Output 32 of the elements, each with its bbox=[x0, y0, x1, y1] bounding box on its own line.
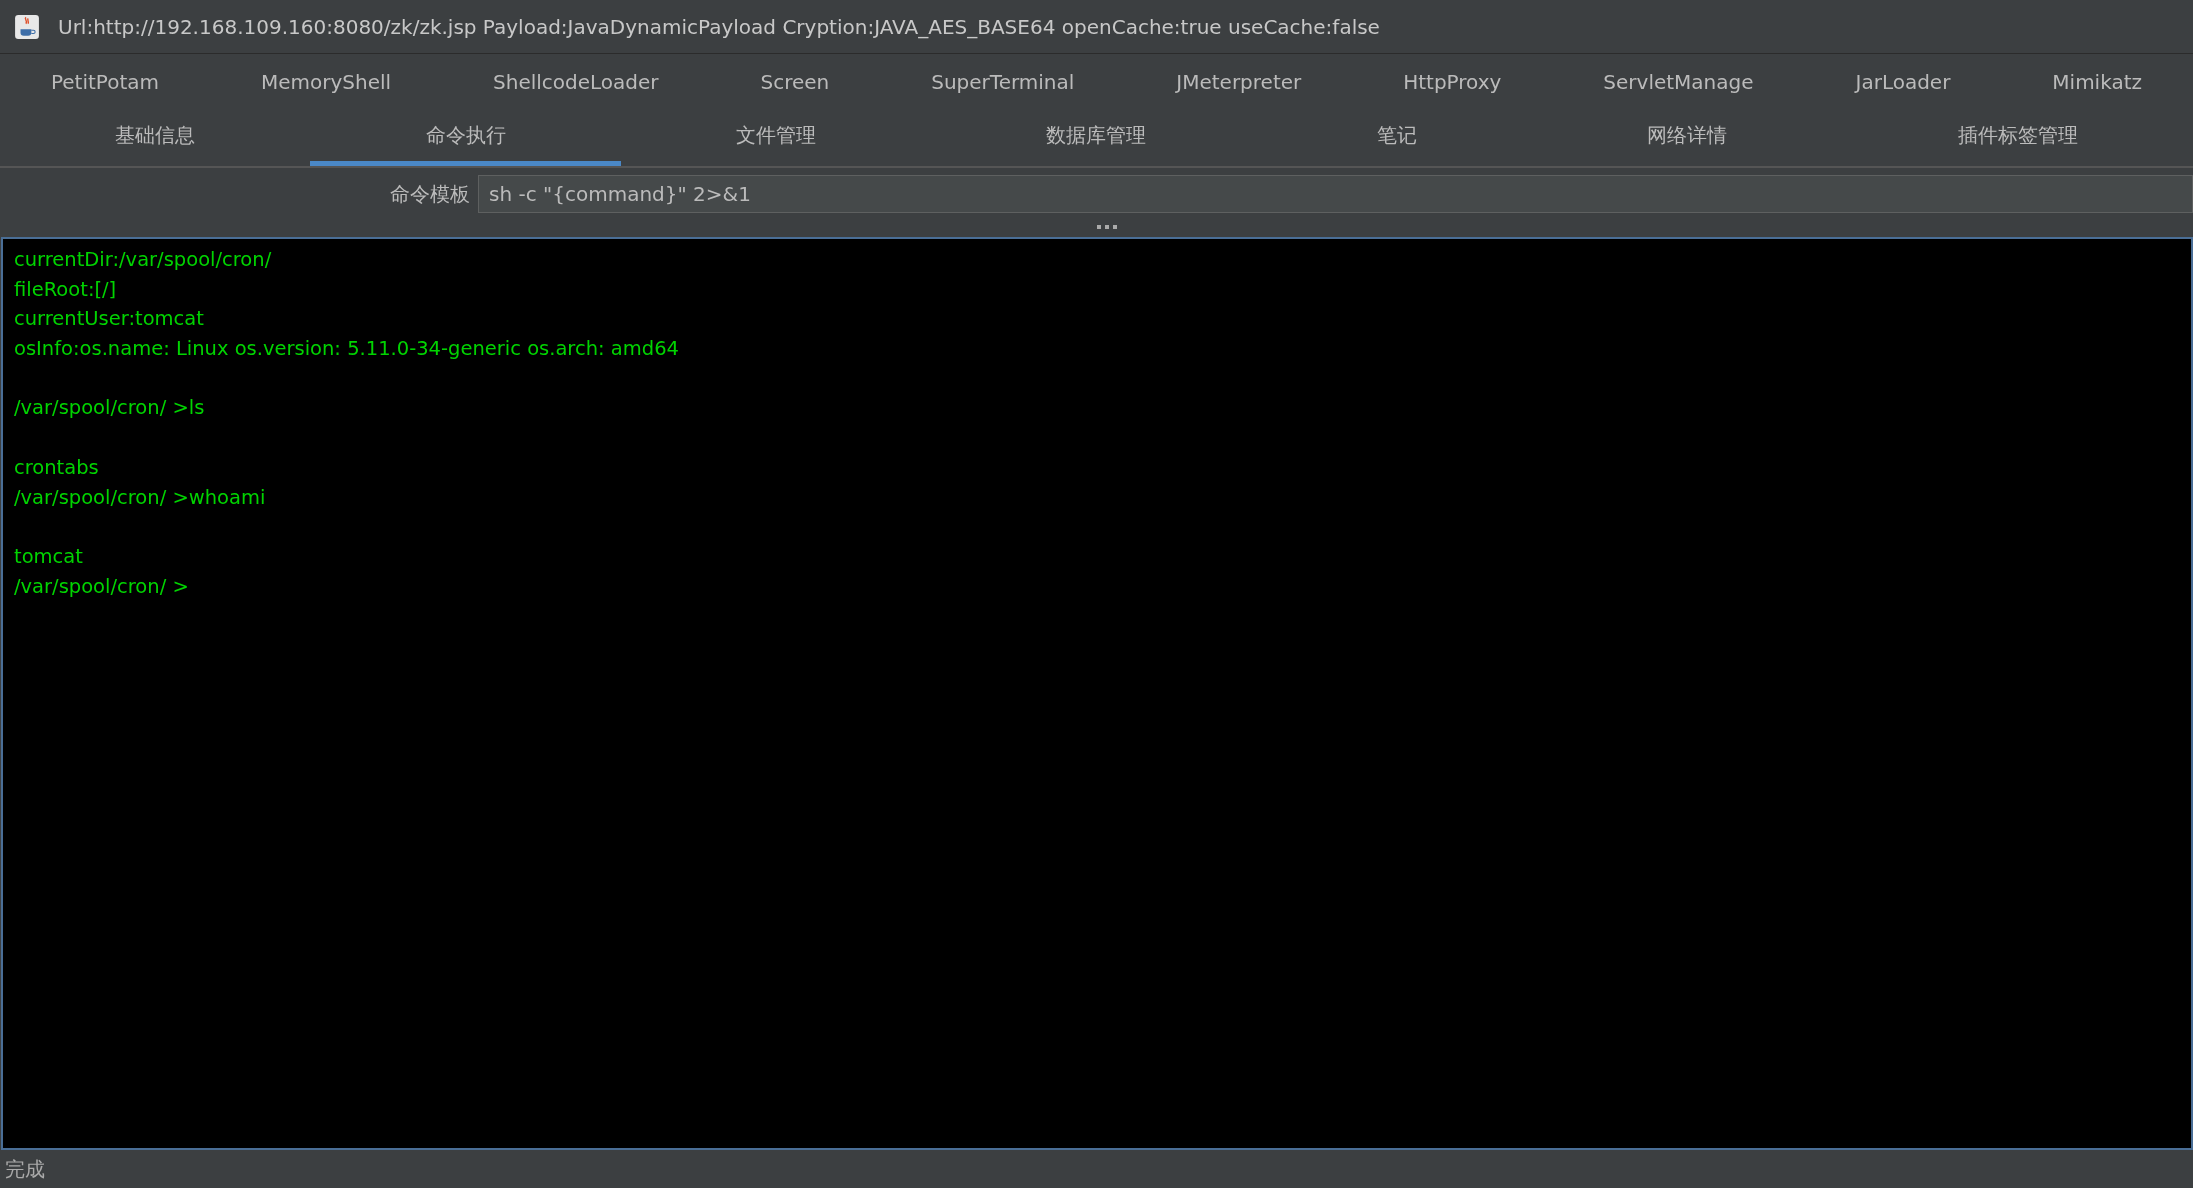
tab[interactable]: 命令执行 bbox=[310, 110, 621, 166]
plugin-tab[interactable]: Mimikatz bbox=[2042, 70, 2152, 94]
coffee-cup-icon bbox=[14, 13, 40, 40]
plugin-tab[interactable]: PetitPotam bbox=[40, 70, 170, 94]
window-title: Url:http://192.168.109.160:8080/zk/zk.jsp Payload:JavaDynamicPayload Cryption:JAVA_AES_BASE64 openCache:true useCache:false bbox=[58, 14, 1380, 39]
plugin-tab[interactable]: MemoryShell bbox=[250, 70, 402, 94]
plugin-tab[interactable]: JarLoader bbox=[1845, 70, 1961, 94]
plugin-tab[interactable]: ServletManage bbox=[1593, 70, 1764, 94]
tab[interactable]: 笔记 bbox=[1261, 110, 1533, 166]
terminal-line: fileRoot:[/] bbox=[14, 276, 118, 303]
tab[interactable]: 数据库管理 bbox=[931, 110, 1262, 166]
tab[interactable]: 网络详情 bbox=[1532, 110, 1843, 166]
terminal-line: crontabs bbox=[14, 454, 100, 481]
terminal-line: currentDir:/var/spool/cron/ bbox=[14, 247, 273, 273]
tab[interactable]: 基础信息 bbox=[0, 110, 311, 166]
plugin-tab[interactable]: JMeterpreter bbox=[1166, 70, 1312, 94]
plugin-tab[interactable]: Screen bbox=[750, 70, 840, 94]
terminal-line: /var/spool/cron/ >whoami bbox=[14, 484, 267, 511]
tab[interactable]: 插件标签管理 bbox=[1842, 110, 2193, 166]
command-template-field[interactable]: sh -c "{command}" 2>&1 bbox=[478, 175, 2193, 213]
status-text: 完成 bbox=[5, 1155, 45, 1183]
splitter-handle-icon[interactable] bbox=[1096, 225, 1117, 229]
tab[interactable]: 文件管理 bbox=[620, 110, 932, 166]
terminal-line: osInfo:os.name: Linux os.version: 5.11.0-34-generic os.arch: amd64 bbox=[14, 336, 680, 363]
terminal-line: tomcat bbox=[14, 543, 84, 570]
plugin-tab[interactable]: HttpProxy bbox=[1393, 70, 1512, 94]
terminal-line: /var/spool/cron/ >ls bbox=[14, 395, 206, 422]
plugin-tab[interactable]: SuperTerminal bbox=[921, 70, 1085, 94]
plugin-tab[interactable]: ShellcodeLoader bbox=[483, 70, 669, 94]
field-label: 命令模板 bbox=[389, 180, 471, 208]
terminal-line: currentUser:tomcat bbox=[14, 306, 205, 333]
terminal-line: /var/spool/cron/ > bbox=[14, 573, 190, 600]
